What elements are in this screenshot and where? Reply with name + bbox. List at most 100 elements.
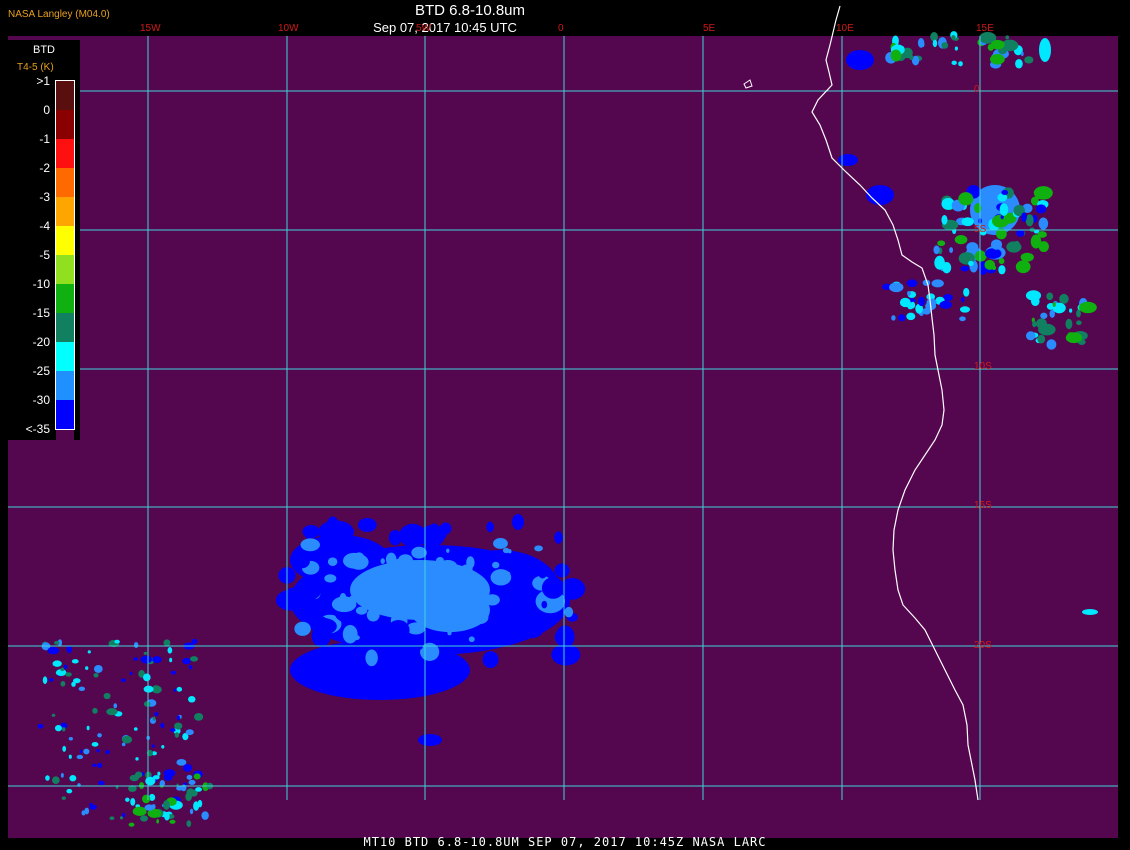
cloud-mass xyxy=(564,606,574,618)
cloud-mass xyxy=(323,567,332,576)
legend-label: -30 xyxy=(32,393,50,407)
cloud-streak xyxy=(133,727,138,731)
cloud-mass xyxy=(482,651,499,669)
cloud-cluster xyxy=(917,296,926,307)
cloud-cluster xyxy=(951,60,957,66)
cloud-streak xyxy=(169,819,176,824)
cloud-core xyxy=(385,552,397,567)
cloud-streak xyxy=(140,655,152,664)
cloud-mass xyxy=(534,545,543,552)
cloud-core xyxy=(393,568,407,577)
cloud-cluster xyxy=(1069,308,1073,313)
cloud-streak xyxy=(183,763,193,772)
convective-core xyxy=(984,259,996,270)
cloud-streak xyxy=(142,794,151,804)
cloud-streak xyxy=(162,800,170,810)
cloud-streak xyxy=(125,797,130,802)
convective-core xyxy=(933,245,940,255)
cloud-streak xyxy=(174,722,183,730)
lon-label-15e: 15E xyxy=(976,23,994,34)
cloud-mass xyxy=(486,521,494,533)
cloud-streak xyxy=(143,701,151,707)
cloud-cluster xyxy=(958,61,963,67)
cloud-cluster xyxy=(1039,38,1051,62)
cloud-mass xyxy=(310,618,337,635)
cloud-core xyxy=(380,558,385,564)
cloud-core xyxy=(492,561,500,569)
cloud-streak xyxy=(63,664,68,670)
cloud-cluster xyxy=(1065,332,1083,344)
cloud-streak xyxy=(81,810,86,816)
convective-core xyxy=(961,217,974,227)
cloud-cluster xyxy=(906,312,916,321)
legend-label: -20 xyxy=(32,335,50,349)
cloud-streak xyxy=(143,651,148,655)
cloud-core xyxy=(468,636,475,643)
cloud-streak xyxy=(185,729,194,736)
cloud-streak xyxy=(114,639,120,644)
cloud-streak xyxy=(51,713,56,717)
cloud-streak xyxy=(87,650,91,654)
cloud-streak xyxy=(65,672,72,677)
legend-label: -15 xyxy=(32,306,50,320)
legend-label: <-35 xyxy=(25,422,50,436)
cloud-mass xyxy=(389,631,403,641)
cloud-cluster xyxy=(951,35,956,41)
cloud-mass xyxy=(436,525,448,540)
cloud-cluster xyxy=(909,55,914,61)
legend-label: -5 xyxy=(39,248,50,262)
cloud-cluster xyxy=(1059,293,1069,304)
cloud-core xyxy=(364,602,370,609)
cloud-cluster xyxy=(917,38,925,48)
cloud-streak xyxy=(119,816,124,820)
cloud-cluster xyxy=(989,53,1005,65)
page-title: BTD 6.8-10.8um xyxy=(414,2,526,19)
cloud-streak xyxy=(152,656,162,663)
convective-core xyxy=(1015,260,1031,274)
convective-core xyxy=(1016,229,1025,237)
cloud-core xyxy=(331,596,357,613)
cloud-mass xyxy=(534,612,552,626)
cloud-streak xyxy=(89,804,97,810)
cloud-streak xyxy=(97,762,103,768)
cloud-streak xyxy=(109,640,113,645)
cloud-streak xyxy=(188,779,196,785)
cloud-streak xyxy=(189,808,194,815)
cloud-mass xyxy=(472,559,488,569)
cloud-core xyxy=(411,546,427,559)
cloud-streak xyxy=(191,638,198,644)
cloud-streak xyxy=(167,646,173,654)
cloud-mass xyxy=(294,621,311,636)
cloud-streak xyxy=(201,811,209,820)
legend-label: -10 xyxy=(32,277,50,291)
cloud-cluster xyxy=(1078,301,1097,314)
lon-label-5e: 5E xyxy=(703,23,716,34)
cloud-streak xyxy=(45,775,50,781)
lon-label-0: 0 xyxy=(558,23,564,34)
cloud-streak xyxy=(86,725,90,731)
cloud-core xyxy=(472,610,489,625)
cloud-streak xyxy=(133,641,139,649)
cloud-streak xyxy=(129,671,133,675)
cloud-streak xyxy=(164,811,170,821)
cloud-streak xyxy=(71,659,79,664)
cloud-streak xyxy=(92,763,97,767)
cloud-streak xyxy=(132,806,147,817)
cloud-streak xyxy=(160,722,165,729)
cloud-streak xyxy=(83,748,90,755)
cloud-mass xyxy=(501,612,509,621)
cloud-cluster xyxy=(1020,51,1024,57)
cloud-streak xyxy=(37,723,44,729)
cloud-cluster xyxy=(906,279,918,288)
cloud-streak xyxy=(78,686,86,691)
convective-core xyxy=(960,265,970,272)
cloud-cluster xyxy=(866,185,894,205)
convective-core xyxy=(958,192,974,206)
cloud-core xyxy=(421,610,449,629)
lon-label-10e: 10E xyxy=(836,23,854,34)
cloud-streak xyxy=(163,639,171,647)
cloud-streak xyxy=(194,713,204,721)
cloud-mass xyxy=(554,563,570,578)
legend-swatch xyxy=(56,429,74,458)
convective-core xyxy=(1025,214,1034,227)
